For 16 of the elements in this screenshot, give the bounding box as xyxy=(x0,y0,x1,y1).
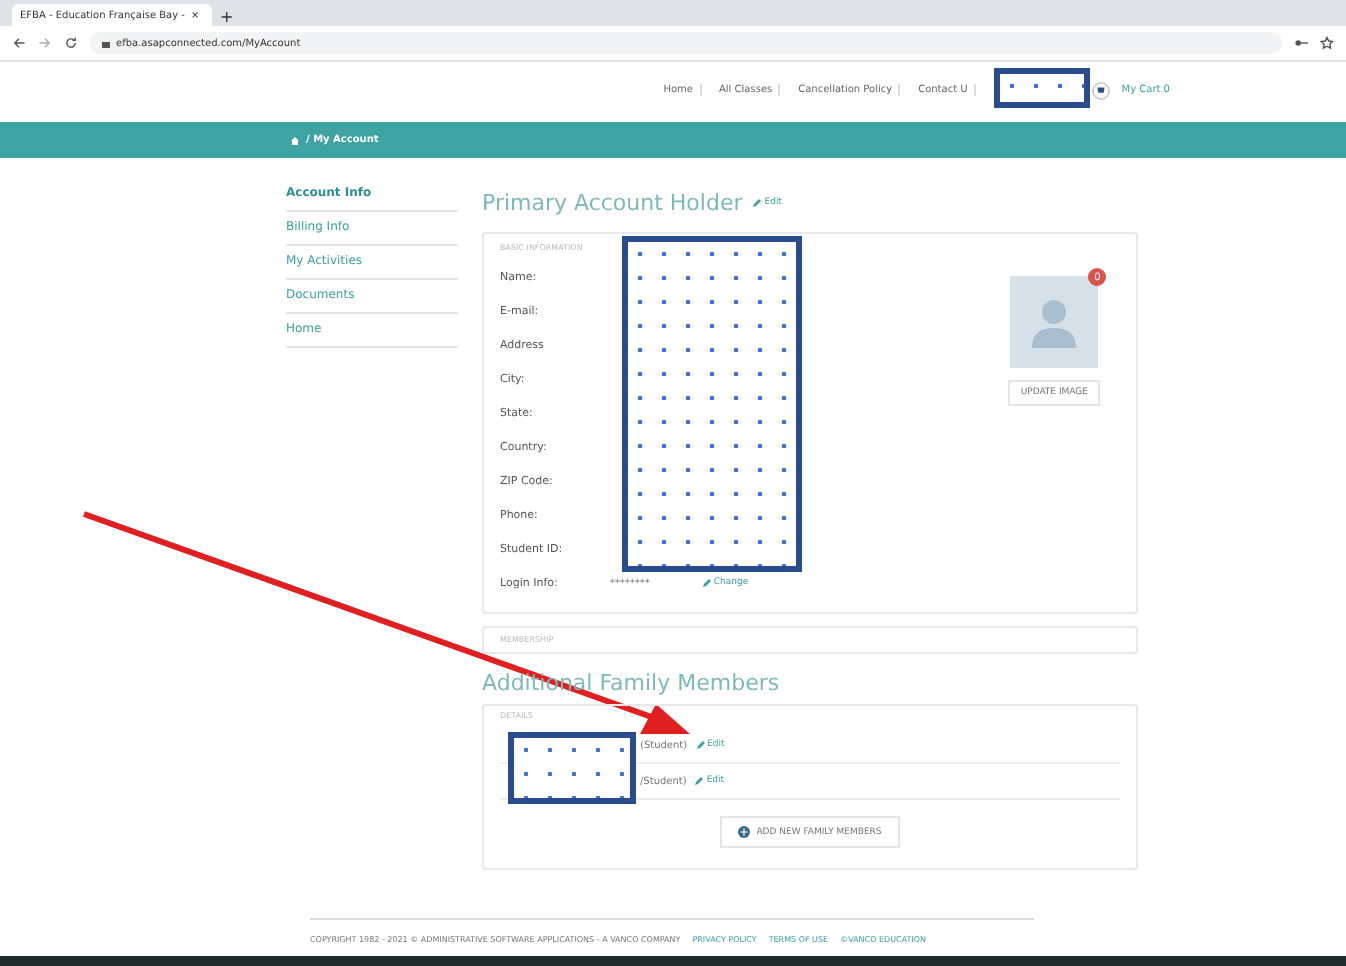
key-icon[interactable] xyxy=(1294,36,1308,50)
pencil-icon xyxy=(694,776,705,786)
new-tab-button[interactable]: + xyxy=(220,8,234,26)
person-icon xyxy=(1030,296,1079,348)
reload-icon[interactable] xyxy=(64,36,78,50)
plus-icon xyxy=(738,826,751,838)
star-icon[interactable] xyxy=(1320,36,1334,50)
home-icon[interactable] xyxy=(290,135,300,145)
pencil-icon xyxy=(695,740,706,750)
pencil-icon xyxy=(701,578,712,588)
cart-icon[interactable] xyxy=(1091,81,1110,99)
redaction-box xyxy=(994,68,1090,108)
redaction-box xyxy=(508,732,636,804)
back-icon[interactable] xyxy=(12,36,26,50)
pencil-icon xyxy=(752,198,763,208)
section-title: Primary Account Holder xyxy=(482,190,743,216)
